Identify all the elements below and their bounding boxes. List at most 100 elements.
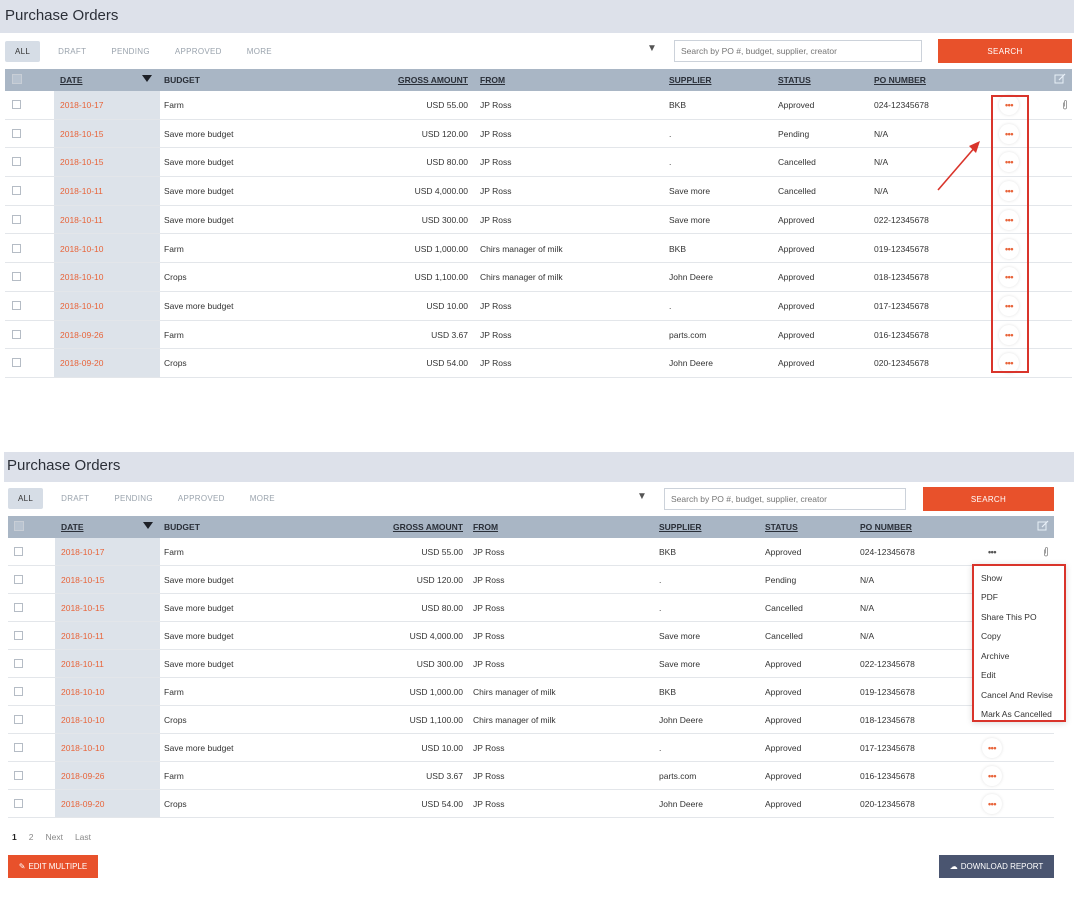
page-2-link[interactable]: 2 [29, 832, 34, 842]
row-date-link[interactable]: 2018-10-10 [61, 743, 104, 753]
table-row[interactable]: 2018-10-11 Save more budget USD 4,000.00… [8, 622, 1054, 650]
tab-approved[interactable]: APPROVED [175, 47, 222, 56]
row-checkbox[interactable] [12, 358, 21, 368]
search-button[interactable]: SEARCH [938, 39, 1072, 63]
row-checkbox[interactable] [12, 272, 21, 282]
tab-pending[interactable]: PENDING [111, 47, 150, 56]
next-page-link[interactable]: Next [45, 832, 62, 842]
row-date-link[interactable]: 2018-10-10 [60, 272, 103, 282]
column-header-gross-amount[interactable]: GROSS AMOUNT [353, 522, 463, 532]
row-checkbox[interactable] [14, 743, 23, 752]
page-1-link[interactable]: 1 [12, 832, 17, 842]
column-header-supplier[interactable]: SUPPLIER [659, 522, 702, 532]
menu-item-share[interactable]: Share This PO [981, 612, 1037, 622]
edit-multiple-button[interactable]: ✎ EDIT MULTIPLE [8, 855, 98, 878]
row-date-link[interactable]: 2018-10-11 [60, 186, 103, 196]
row-checkbox[interactable] [12, 300, 21, 310]
tab-more[interactable]: MORE [250, 494, 275, 503]
menu-item-pdf[interactable]: PDF [981, 592, 998, 602]
row-checkbox[interactable] [14, 771, 23, 780]
row-date-link[interactable]: 2018-10-10 [61, 715, 104, 725]
column-header-supplier[interactable]: SUPPLIER [669, 75, 712, 85]
menu-item-archive[interactable]: Archive [981, 651, 1009, 661]
tab-all[interactable]: ALL [5, 40, 41, 62]
table-row[interactable]: 2018-10-11 Save more budget USD 300.00 J… [8, 650, 1054, 678]
row-date-link[interactable]: 2018-10-10 [60, 301, 103, 311]
table-row[interactable]: 2018-10-17 Farm USD 55.00 JP Ross BKB Ap… [5, 91, 1072, 120]
paperclip-icon[interactable] [1043, 547, 1049, 557]
select-all-checkbox[interactable] [12, 74, 22, 84]
row-date-link[interactable]: 2018-10-15 [61, 575, 104, 585]
tab-pending[interactable]: PENDING [114, 494, 153, 503]
column-header-from[interactable]: FROM [480, 75, 505, 85]
menu-item-cancel-revise[interactable]: Cancel And Revise [981, 690, 1053, 700]
sort-desc-icon[interactable] [142, 75, 152, 82]
column-header-date[interactable]: DATE [60, 75, 83, 85]
edit-icon[interactable] [1037, 520, 1049, 532]
search-button[interactable]: SEARCH [923, 487, 1054, 511]
select-all-checkbox[interactable] [14, 521, 24, 531]
row-checkbox[interactable] [14, 687, 23, 696]
row-checkbox[interactable] [14, 799, 23, 808]
tab-approved[interactable]: APPROVED [178, 494, 225, 503]
row-checkbox[interactable] [12, 186, 21, 196]
row-actions-button[interactable]: ••• [982, 738, 1002, 758]
menu-item-edit[interactable]: Edit [981, 670, 996, 680]
column-header-date[interactable]: DATE [61, 522, 84, 532]
row-date-link[interactable]: 2018-10-10 [60, 244, 103, 254]
tab-draft[interactable]: DRAFT [61, 494, 89, 503]
search-input[interactable] [664, 488, 906, 510]
column-header-status[interactable]: STATUS [778, 75, 811, 85]
row-actions-button[interactable]: ••• [982, 766, 1002, 786]
table-row[interactable]: 2018-10-11 Save more budget USD 300.00 J… [5, 206, 1072, 235]
download-report-button[interactable]: ☁ DOWNLOAD REPORT [939, 855, 1054, 878]
row-date-link[interactable]: 2018-10-10 [61, 687, 104, 697]
table-row[interactable]: 2018-09-20 Crops USD 54.00 JP Ross John … [8, 790, 1054, 818]
row-checkbox[interactable] [14, 631, 23, 640]
row-date-link[interactable]: 2018-09-20 [61, 799, 104, 809]
tab-draft[interactable]: DRAFT [58, 47, 86, 56]
table-row[interactable]: 2018-09-20 Crops USD 54.00 JP Ross John … [5, 349, 1072, 378]
table-row[interactable]: 2018-10-10 Save more budget USD 10.00 JP… [5, 292, 1072, 321]
table-row[interactable]: 2018-10-10 Crops USD 1,100.00 Chirs mana… [8, 706, 1054, 734]
menu-item-mark-cancelled[interactable]: Mark As Cancelled [981, 709, 1052, 719]
table-row[interactable]: 2018-10-10 Save more budget USD 10.00 JP… [8, 734, 1054, 762]
table-row[interactable]: 2018-10-10 Crops USD 1,100.00 Chirs mana… [5, 263, 1072, 292]
row-checkbox[interactable] [14, 715, 23, 724]
last-page-link[interactable]: Last [75, 832, 91, 842]
column-header-status[interactable]: STATUS [765, 522, 798, 532]
search-input[interactable] [674, 40, 922, 62]
row-date-link[interactable]: 2018-10-15 [61, 603, 104, 613]
row-checkbox[interactable] [12, 329, 21, 339]
column-header-from[interactable]: FROM [473, 522, 498, 532]
row-checkbox[interactable] [12, 157, 21, 167]
row-actions-button[interactable]: ••• [982, 542, 1002, 562]
filter-icon[interactable]: ▼ [637, 491, 647, 502]
table-row[interactable]: 2018-10-15 Save more budget USD 120.00 J… [8, 566, 1054, 594]
table-row[interactable]: 2018-10-10 Farm USD 1,000.00 Chirs manag… [8, 678, 1054, 706]
row-date-link[interactable]: 2018-10-11 [60, 215, 103, 225]
table-row[interactable]: 2018-09-26 Farm USD 3.67 JP Ross parts.c… [5, 321, 1072, 350]
row-checkbox[interactable] [14, 575, 23, 584]
sort-desc-icon[interactable] [143, 522, 153, 529]
table-row[interactable]: 2018-09-26 Farm USD 3.67 JP Ross parts.c… [8, 762, 1054, 790]
menu-item-copy[interactable]: Copy [981, 631, 1001, 641]
row-actions-button[interactable]: ••• [982, 794, 1002, 814]
row-date-link[interactable]: 2018-10-11 [61, 659, 104, 669]
row-checkbox[interactable] [14, 659, 23, 668]
row-checkbox[interactable] [14, 603, 23, 612]
row-date-link[interactable]: 2018-09-20 [60, 358, 103, 368]
row-checkbox[interactable] [12, 128, 21, 138]
row-checkbox[interactable] [12, 243, 21, 253]
row-date-link[interactable]: 2018-09-26 [61, 771, 104, 781]
row-date-link[interactable]: 2018-10-17 [60, 100, 103, 110]
column-header-po-number[interactable]: PO NUMBER [860, 522, 912, 532]
row-date-link[interactable]: 2018-10-15 [60, 129, 103, 139]
table-row[interactable]: 2018-10-15 Save more budget USD 80.00 JP… [8, 594, 1054, 622]
tab-all[interactable]: ALL [8, 487, 44, 509]
column-header-gross-amount[interactable]: GROSS AMOUNT [358, 75, 468, 85]
row-date-link[interactable]: 2018-10-17 [61, 547, 104, 557]
row-date-link[interactable]: 2018-10-11 [61, 631, 104, 641]
row-checkbox[interactable] [12, 214, 21, 224]
table-row[interactable]: 2018-10-17 Farm USD 55.00 JP Ross BKB Ap… [8, 538, 1054, 566]
